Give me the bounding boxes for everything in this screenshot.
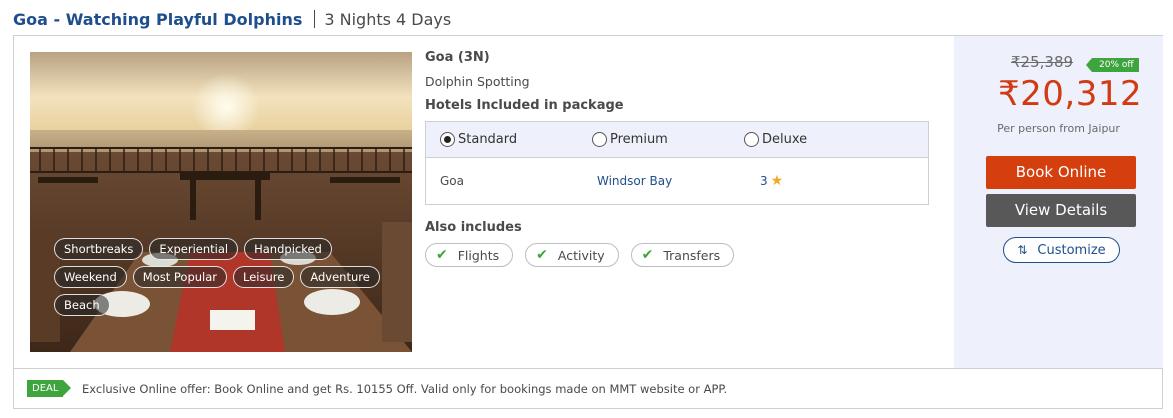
title-divider bbox=[314, 10, 316, 28]
package-header: Goa - Watching Playful Dolphins 3 Nights… bbox=[13, 8, 451, 30]
tag-chip[interactable]: Weekend bbox=[54, 266, 127, 288]
radio-selected-icon[interactable] bbox=[440, 132, 455, 147]
hotel-rating-value: 3 bbox=[760, 174, 768, 188]
deal-text: Exclusive Online offer: Book Online and … bbox=[82, 381, 728, 396]
package-tags: Shortbreaks Experiential Handpicked Week… bbox=[54, 238, 394, 316]
package-title[interactable]: Goa - Watching Playful Dolphins bbox=[13, 10, 302, 29]
package-card: Shortbreaks Experiential Handpicked Week… bbox=[13, 35, 1163, 369]
package-duration: 3 Nights 4 Days bbox=[324, 9, 452, 29]
hotel-tab-label: Standard bbox=[458, 132, 518, 147]
hotel-row: Goa Windsor Bay 3 ★ bbox=[426, 158, 928, 204]
tag-chip[interactable]: Shortbreaks bbox=[54, 238, 144, 260]
hotel-tab-label: Premium bbox=[610, 132, 668, 147]
hotel-selector: Standard Premium Deluxe Goa Windsor Bay … bbox=[425, 121, 929, 205]
check-icon: ✔ bbox=[436, 247, 448, 263]
check-icon: ✔ bbox=[536, 247, 548, 263]
activity-label: Dolphin Spotting bbox=[425, 74, 530, 89]
hotel-city: Goa bbox=[440, 174, 464, 188]
inclusion-transfers: ✔ Transfers bbox=[630, 243, 735, 267]
hotel-tab-premium[interactable]: Premium bbox=[592, 132, 744, 147]
hotel-tab-standard[interactable]: Standard bbox=[440, 132, 592, 147]
deal-bar: DEAL Exclusive Online offer: Book Online… bbox=[13, 369, 1163, 409]
hotel-category-tabs: Standard Premium Deluxe bbox=[426, 122, 928, 158]
inclusion-flights: ✔ Flights bbox=[425, 243, 514, 267]
hotel-tab-deluxe[interactable]: Deluxe bbox=[744, 132, 807, 147]
tag-chip[interactable]: Handpicked bbox=[244, 238, 332, 260]
hotel-rating: 3 ★ bbox=[760, 173, 783, 189]
inclusion-label: Flights bbox=[457, 247, 500, 263]
check-icon: ✔ bbox=[641, 247, 654, 263]
customize-label: Customize bbox=[1037, 242, 1106, 258]
original-price: ₹25,389 bbox=[1011, 53, 1074, 71]
customize-button[interactable]: ⇅ Customize bbox=[1003, 237, 1120, 263]
tag-chip[interactable]: Experiential bbox=[149, 238, 239, 260]
radio-icon[interactable] bbox=[744, 132, 759, 147]
book-online-button[interactable]: Book Online bbox=[986, 156, 1136, 189]
tag-chip[interactable]: Beach bbox=[54, 294, 110, 316]
deal-tag: DEAL bbox=[27, 380, 71, 397]
hotel-tab-label: Deluxe bbox=[762, 132, 808, 147]
inclusion-label: Transfers bbox=[663, 247, 721, 263]
radio-icon[interactable] bbox=[592, 132, 607, 147]
price-panel: ₹25,389 20% off ₹20,312 Per person from … bbox=[954, 36, 1163, 368]
view-details-button[interactable]: View Details bbox=[986, 194, 1136, 227]
destination-label: Goa (3N) bbox=[425, 50, 490, 65]
hotel-name-link[interactable]: Windsor Bay bbox=[597, 174, 760, 188]
sliders-icon: ⇅ bbox=[1017, 243, 1028, 257]
package-details: Goa (3N) Dolphin Spotting Hotels Include… bbox=[425, 50, 930, 267]
also-includes-heading: Also includes bbox=[425, 220, 522, 235]
inclusion-label: Activity bbox=[557, 247, 605, 263]
inclusions-list: ✔ Flights ✔ Activity ✔ Transfers bbox=[425, 243, 930, 267]
hotels-heading: Hotels Included in package bbox=[425, 98, 624, 113]
tag-chip[interactable]: Most Popular bbox=[132, 266, 227, 288]
discount-badge: 20% off bbox=[1086, 58, 1139, 72]
per-person-note: Per person from Jaipur bbox=[997, 122, 1120, 135]
star-icon: ★ bbox=[770, 173, 784, 189]
current-price: ₹20,312 bbox=[998, 74, 1143, 114]
tag-chip[interactable]: Adventure bbox=[300, 266, 380, 288]
package-photo[interactable]: Shortbreaks Experiential Handpicked Week… bbox=[30, 52, 412, 352]
inclusion-activity: ✔ Activity bbox=[525, 243, 619, 267]
tag-chip[interactable]: Leisure bbox=[233, 266, 295, 288]
